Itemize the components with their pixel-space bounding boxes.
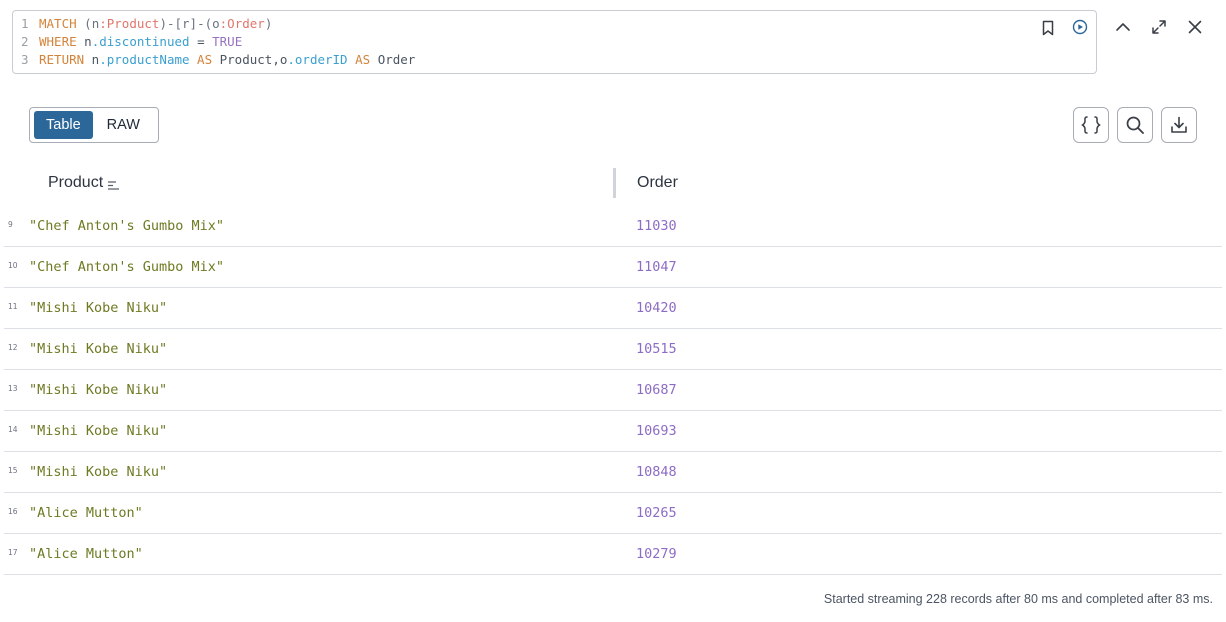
view-toggle: Table RAW: [29, 107, 159, 143]
product-cell[interactable]: "Mishi Kobe Niku": [29, 341, 167, 357]
row-index: 15: [8, 466, 18, 475]
line-number: 1: [21, 16, 29, 31]
product-cell[interactable]: "Mishi Kobe Niku": [29, 382, 167, 398]
code-token: :Product: [99, 16, 160, 31]
code-token: MATCH: [39, 16, 77, 31]
table-row[interactable]: 17 "Alice Mutton" 10279: [4, 534, 1222, 575]
close-button[interactable]: [1184, 16, 1206, 38]
search-icon: [1126, 116, 1144, 134]
code-token: =: [189, 34, 213, 50]
table-header: Product Order: [4, 166, 1222, 200]
row-index: 13: [8, 384, 18, 393]
product-cell[interactable]: "Mishi Kobe Niku": [29, 300, 167, 316]
status-message: Started streaming 228 records after 80 m…: [823, 592, 1213, 606]
order-cell[interactable]: 11047: [636, 259, 677, 275]
table-row[interactable]: 14 "Mishi Kobe Niku" 10693: [4, 411, 1222, 452]
order-cell[interactable]: 10515: [636, 341, 677, 357]
sort-icon[interactable]: [107, 179, 121, 191]
code-token: RETURN: [39, 52, 85, 68]
code-token: WHERE: [39, 34, 77, 50]
order-cell[interactable]: 10687: [636, 382, 677, 398]
code-token: .orderID: [287, 52, 348, 68]
code-token: n: [84, 52, 100, 68]
code-token: AS: [347, 52, 371, 68]
row-index: 17: [8, 548, 18, 557]
line-number: 2: [21, 34, 29, 50]
column-header-product[interactable]: Product: [48, 166, 121, 200]
row-index: 11: [8, 302, 18, 311]
raw-view-button[interactable]: RAW: [95, 111, 152, 139]
code-token: n: [76, 34, 92, 50]
table-row[interactable]: 12 "Mishi Kobe Niku" 10515: [4, 329, 1222, 370]
row-index: 14: [8, 425, 18, 434]
row-index: 16: [8, 507, 18, 516]
bookmark-button[interactable]: [1038, 18, 1058, 38]
line-number: 3: [21, 52, 29, 68]
column-header-label: Product: [48, 174, 104, 191]
order-cell[interactable]: 10693: [636, 423, 677, 439]
code-token: )-[r]-(o: [159, 16, 220, 31]
code-token: :Order: [219, 16, 265, 31]
bookmark-icon: [1042, 20, 1054, 36]
code-token: (n: [76, 16, 100, 31]
collapse-button[interactable]: [1112, 16, 1134, 38]
code-token: Order: [370, 52, 416, 68]
code-token: ): [264, 16, 273, 31]
code-line[interactable]: 2 WHERE n.discontinued = TRUE: [21, 33, 415, 51]
code-line[interactable]: 1 MATCH (n:Product)-[r]-(o:Order): [21, 15, 415, 33]
download-icon: [1171, 116, 1187, 133]
order-cell[interactable]: 10848: [636, 464, 677, 480]
collapse-icon: [1116, 23, 1130, 31]
table-row[interactable]: 15 "Mishi Kobe Niku" 10848: [4, 452, 1222, 493]
product-cell[interactable]: "Chef Anton's Gumbo Mix": [29, 259, 224, 275]
product-cell[interactable]: "Mishi Kobe Niku": [29, 464, 167, 480]
table-body: 9 "Chef Anton's Gumbo Mix" 11030 10 "Chef An…: [4, 206, 1222, 575]
run-icon: [1072, 19, 1088, 35]
query-editor[interactable]: 1 MATCH (n:Product)-[r]-(o:Order) 2 WHERE n…: [12, 10, 1097, 74]
order-cell[interactable]: 11030: [636, 218, 677, 234]
code-token: AS: [189, 52, 213, 68]
code-token: .discontinued: [91, 34, 190, 50]
close-icon: [1188, 20, 1202, 34]
run-query-button[interactable]: [1070, 17, 1090, 37]
code-token: TRUE: [212, 34, 243, 50]
fullscreen-icon: [1152, 20, 1166, 34]
column-resize-handle[interactable]: [613, 168, 616, 198]
row-index: 12: [8, 343, 18, 352]
code-line[interactable]: 3 RETURN n.productName AS Product,o.order…: [21, 51, 415, 69]
order-cell[interactable]: 10279: [636, 546, 677, 562]
download-button[interactable]: [1161, 107, 1197, 143]
column-header-label: Order: [637, 174, 678, 191]
json-view-button[interactable]: [1073, 107, 1109, 143]
product-cell[interactable]: "Alice Mutton": [29, 546, 143, 562]
column-header-order[interactable]: Order: [637, 166, 678, 200]
row-index: 10: [8, 261, 18, 270]
product-cell[interactable]: "Mishi Kobe Niku": [29, 423, 167, 439]
product-cell[interactable]: "Alice Mutton": [29, 505, 143, 521]
table-row[interactable]: 13 "Mishi Kobe Niku" 10687: [4, 370, 1222, 411]
order-cell[interactable]: 10265: [636, 505, 677, 521]
order-cell[interactable]: 10420: [636, 300, 677, 316]
table-row[interactable]: 11 "Mishi Kobe Niku" 10420: [4, 288, 1222, 329]
product-cell[interactable]: "Chef Anton's Gumbo Mix": [29, 218, 224, 234]
code-token: .productName: [99, 52, 190, 68]
code-token: Product,o: [212, 52, 288, 68]
search-button[interactable]: [1117, 107, 1153, 143]
table-view-button[interactable]: Table: [34, 111, 93, 139]
json-icon: [1081, 116, 1101, 134]
table-row[interactable]: 9 "Chef Anton's Gumbo Mix" 11030: [4, 206, 1222, 247]
table-row[interactable]: 16 "Alice Mutton" 10265: [4, 493, 1222, 534]
table-row[interactable]: 10 "Chef Anton's Gumbo Mix" 11047: [4, 247, 1222, 288]
fullscreen-button[interactable]: [1148, 16, 1170, 38]
query-code[interactable]: 1 MATCH (n:Product)-[r]-(o:Order) 2 WHERE n…: [21, 15, 415, 70]
row-index: 9: [8, 220, 13, 229]
